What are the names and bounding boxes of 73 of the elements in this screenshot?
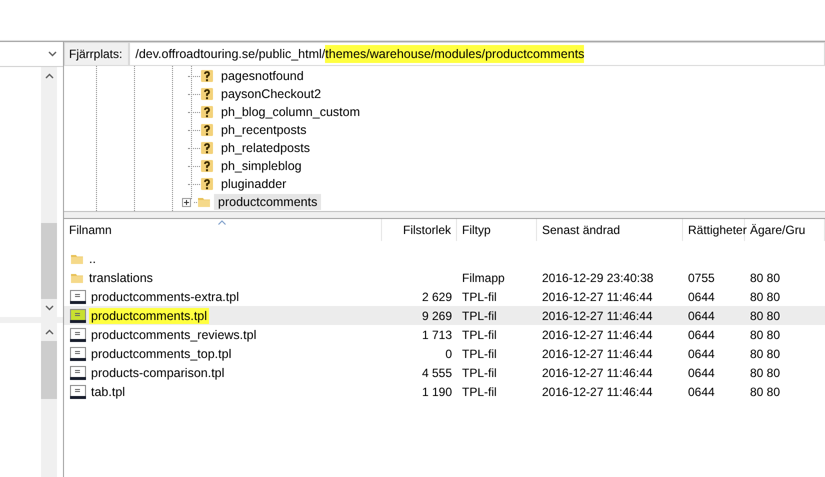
scroll-down-icon[interactable]: [44, 305, 54, 311]
site-dropdown[interactable]: [0, 41, 63, 67]
permissions: 0644: [687, 346, 716, 362]
tree-item[interactable]: ph_recentposts: [217, 122, 310, 138]
owner-group: 80 80: [745, 325, 825, 344]
modified-date: 2016-12-27 11:46:44: [541, 326, 654, 344]
file-size: 4 555: [420, 364, 453, 382]
folder-icon: [197, 195, 211, 209]
owner-group: 80 80: [745, 306, 825, 325]
owner-group: 80 80: [745, 344, 825, 363]
file-size: 1 713: [420, 326, 453, 344]
column-header[interactable]: Filnamn: [64, 219, 382, 241]
scroll-up-icon[interactable]: [44, 329, 54, 335]
tree-item[interactable]: productcomments: [214, 194, 322, 210]
file-size: 1 190: [420, 384, 453, 400]
document-icon: [70, 364, 86, 380]
scrollbar[interactable]: [41, 323, 57, 477]
file-name[interactable]: tab.tpl: [89, 384, 128, 400]
file-name[interactable]: productcomments.tpl: [89, 308, 210, 324]
file-type: TPL-fil: [461, 288, 498, 306]
column-header[interactable]: Filtyp: [457, 219, 537, 241]
modified-date: 2016-12-29 23:40:38: [541, 270, 654, 286]
file-type: Filmapp: [461, 270, 506, 286]
scroll-up-icon[interactable]: [44, 73, 54, 79]
file-type: TPL-fil: [461, 346, 498, 362]
modified-date: 2016-12-27 11:46:44: [541, 346, 654, 362]
remote-site-label: Fjärrplats:: [64, 42, 130, 66]
file-name[interactable]: productcomments_reviews.tpl: [89, 326, 258, 342]
file-type: TPL-fil: [461, 308, 498, 324]
column-header[interactable]: Ägare/Gru: [745, 219, 825, 241]
file-size: 9 269: [420, 308, 453, 324]
column-header[interactable]: Senast ändrad: [537, 219, 683, 241]
owner-group: 80 80: [745, 268, 825, 287]
tree-item[interactable]: paysonCheckout2: [217, 86, 326, 102]
modified-date: 2016-12-27 11:46:44: [541, 364, 654, 382]
modified-date: 2016-12-27 11:46:44: [541, 384, 654, 400]
modified-date: 2016-12-27 11:46:44: [541, 288, 654, 306]
document-icon: [70, 308, 86, 324]
column-header[interactable]: Rättigheter: [683, 219, 745, 241]
file-name[interactable]: products-comparison.tpl: [89, 364, 226, 380]
owner-group: 80 80: [745, 287, 825, 306]
permissions: 0644: [687, 308, 716, 324]
file-type: TPL-fil: [461, 384, 498, 400]
file-type: TPL-fil: [461, 364, 498, 382]
chevron-down-icon: [48, 51, 57, 57]
document-icon: [70, 384, 86, 400]
permissions: 0755: [687, 270, 716, 286]
tree-item[interactable]: ph_relatedposts: [217, 140, 314, 156]
column-header[interactable]: Filstorlek: [382, 219, 457, 241]
tree-item[interactable]: pluginadder: [217, 176, 290, 192]
expand-icon[interactable]: [182, 198, 191, 206]
file-name[interactable]: productcomments-extra.tpl: [89, 288, 241, 304]
tree-item[interactable]: pagesnotfound: [217, 68, 308, 84]
file-name[interactable]: translations: [87, 270, 155, 286]
file-type: TPL-fil: [461, 326, 498, 344]
file-name[interactable]: productcomments_top.tpl: [89, 346, 234, 362]
scrollbar[interactable]: [41, 67, 57, 317]
permissions: 0644: [687, 384, 716, 400]
file-size: 2 629: [420, 288, 453, 306]
document-icon: [70, 346, 86, 362]
tree-item[interactable]: ph_blog_column_custom: [217, 104, 364, 120]
document-icon: [70, 288, 86, 304]
permissions: 0644: [687, 288, 716, 306]
remote-path-field[interactable]: /dev.offroadtouring.se/public_html/themes/warehouse/modules/productcomments: [129, 42, 825, 66]
permissions: 0644: [687, 326, 716, 344]
file-name[interactable]: ..: [87, 250, 98, 266]
file-size: 0: [444, 346, 453, 362]
document-icon: [70, 326, 86, 342]
owner-group: 80 80: [745, 382, 825, 401]
owner-group: 80 80: [745, 363, 825, 382]
tree-item[interactable]: ph_simpleblog: [217, 158, 306, 174]
modified-date: 2016-12-27 11:46:44: [541, 308, 654, 324]
permissions: 0644: [687, 364, 716, 382]
